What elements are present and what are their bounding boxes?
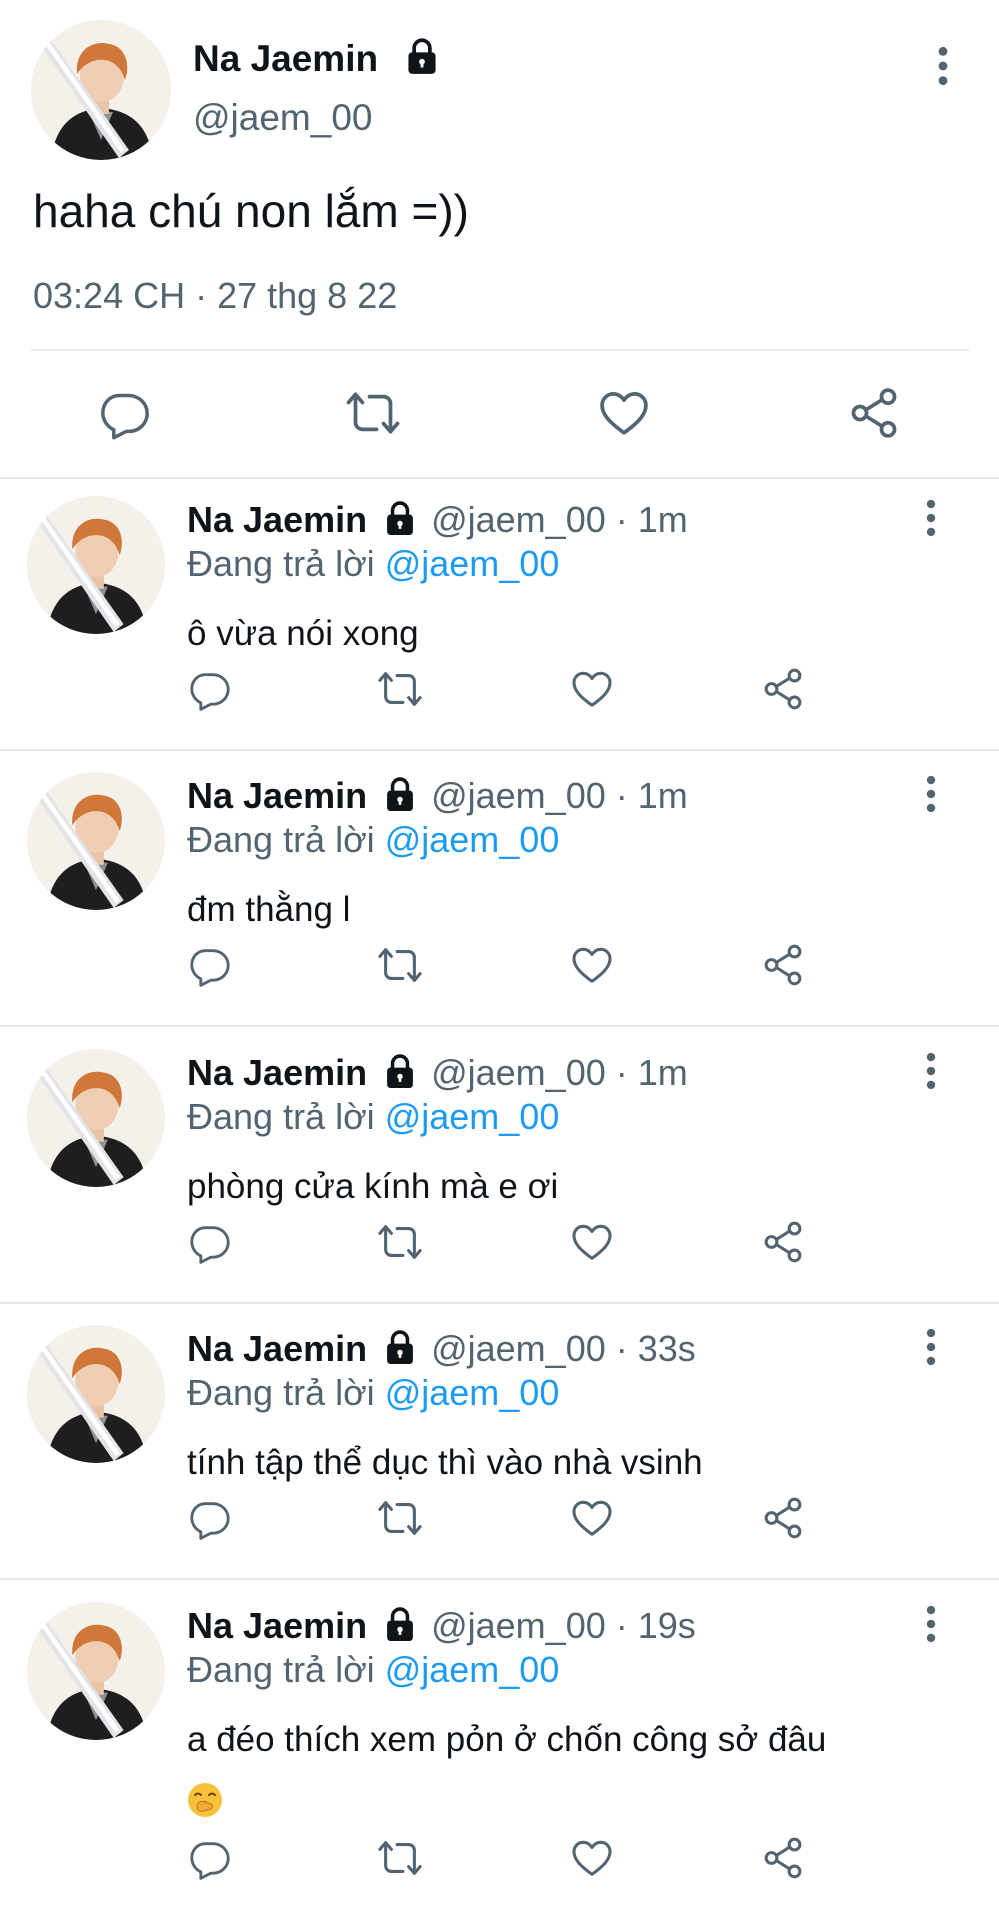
like-icon[interactable] — [569, 666, 615, 712]
reply-display-name[interactable]: Na Jaemin — [187, 1052, 367, 1094]
replying-to: Đang trả lời @jaem_00 — [187, 1649, 559, 1691]
divider — [0, 1578, 999, 1580]
reply-tweet[interactable]: Na Jaemin @jaem_00 · 19s Đang trả lời @j… — [0, 1585, 999, 1920]
reply-header: Na Jaemin @jaem_00 · 19s — [187, 1605, 696, 1647]
reply-tweet[interactable]: Na Jaemin @jaem_00 · 1m Đang trả lời @ja… — [0, 479, 999, 755]
share-icon[interactable] — [846, 385, 902, 441]
reply-header: Na Jaemin @jaem_00 · 1m — [187, 1052, 688, 1094]
replying-label: Đang trả lời — [187, 819, 375, 860]
divider — [0, 1025, 999, 1027]
reply-text: ô vừa nói xong — [187, 614, 419, 653]
retweet-icon[interactable] — [377, 1219, 423, 1265]
share-icon[interactable] — [760, 942, 806, 988]
mention-link[interactable]: @jaem_00 — [385, 819, 560, 860]
replying-to: Đang trả lời @jaem_00 — [187, 1372, 559, 1414]
reply-tweet[interactable]: Na Jaemin @jaem_00 · 1m Đang trả lời @ja… — [0, 755, 999, 1031]
lock-icon — [383, 1605, 417, 1643]
reply-icon[interactable] — [187, 1219, 233, 1265]
retweet-icon[interactable] — [377, 666, 423, 712]
reply-display-name[interactable]: Na Jaemin — [187, 775, 367, 817]
divider — [0, 749, 999, 751]
reply-icon[interactable] — [187, 942, 233, 988]
more-vertical-icon[interactable] — [930, 46, 956, 86]
like-icon[interactable] — [596, 385, 652, 441]
more-vertical-icon[interactable] — [919, 1328, 943, 1366]
reply-header: Na Jaemin @jaem_00 · 33s — [187, 1328, 696, 1370]
like-icon[interactable] — [569, 1835, 615, 1881]
main-tweet-avatar[interactable] — [31, 20, 171, 160]
reply-icon[interactable] — [187, 1495, 233, 1541]
lock-icon — [383, 499, 417, 537]
mention-link[interactable]: @jaem_00 — [385, 1096, 560, 1137]
reply-display-name[interactable]: Na Jaemin — [187, 1605, 367, 1647]
mention-link[interactable]: @jaem_00 — [385, 1649, 560, 1690]
retweet-icon[interactable] — [377, 1495, 423, 1541]
yawning-face-emoji — [187, 1782, 223, 1818]
reply-icon[interactable] — [187, 1835, 233, 1881]
main-tweet-timestamp[interactable]: 03:24 CH · 27 thg 8 22 — [33, 275, 397, 317]
mention-link[interactable]: @jaem_00 — [385, 543, 560, 584]
reply-icon[interactable] — [187, 666, 233, 712]
divider — [31, 349, 969, 351]
reply-display-name[interactable]: Na Jaemin — [187, 1328, 367, 1370]
reply-handle-time[interactable]: @jaem_00 · 1m — [431, 1052, 688, 1094]
more-vertical-icon[interactable] — [919, 1605, 943, 1643]
share-icon[interactable] — [760, 666, 806, 712]
share-icon[interactable] — [760, 1219, 806, 1265]
reply-text: a đéo thích xem pỏn ở chốn công sở đâu — [187, 1711, 826, 1827]
avatar[interactable] — [27, 772, 165, 910]
replying-label: Đang trả lời — [187, 543, 375, 584]
reply-text-body: a đéo thích xem pỏn ở chốn công sở đâu — [187, 1720, 827, 1759]
reply-handle-time[interactable]: @jaem_00 · 33s — [431, 1328, 696, 1370]
reply-handle-time[interactable]: @jaem_00 · 19s — [431, 1605, 696, 1647]
avatar[interactable] — [27, 496, 165, 634]
more-vertical-icon[interactable] — [919, 775, 943, 813]
lock-icon — [383, 1328, 417, 1366]
reply-header: Na Jaemin @jaem_00 · 1m — [187, 499, 688, 541]
reply-text: tính tập thể dục thì vào nhà vsinh — [187, 1443, 703, 1482]
reply-icon[interactable] — [97, 385, 153, 441]
mention-link[interactable]: @jaem_00 — [385, 1372, 560, 1413]
replying-label: Đang trả lời — [187, 1649, 375, 1690]
reply-handle-time[interactable]: @jaem_00 · 1m — [431, 775, 688, 817]
reply-display-name[interactable]: Na Jaemin — [187, 499, 367, 541]
more-vertical-icon[interactable] — [919, 499, 943, 537]
lock-icon — [404, 36, 440, 76]
like-icon[interactable] — [569, 1495, 615, 1541]
main-tweet-text: haha chú non lắm =)) — [33, 185, 469, 237]
main-tweet-display-name[interactable]: Na Jaemin — [193, 38, 378, 80]
share-icon[interactable] — [760, 1495, 806, 1541]
avatar[interactable] — [27, 1325, 165, 1463]
like-icon[interactable] — [569, 1219, 615, 1265]
retweet-icon[interactable] — [377, 942, 423, 988]
replying-label: Đang trả lời — [187, 1372, 375, 1413]
like-icon[interactable] — [569, 942, 615, 988]
divider — [0, 1302, 999, 1304]
lock-icon — [383, 1052, 417, 1090]
retweet-icon[interactable] — [377, 1835, 423, 1881]
avatar[interactable] — [27, 1602, 165, 1740]
reply-tweet[interactable]: Na Jaemin @jaem_00 · 33s Đang trả lời @j… — [0, 1308, 999, 1584]
reply-text: đm thằng l — [187, 890, 351, 929]
replying-label: Đang trả lời — [187, 1096, 375, 1137]
avatar[interactable] — [27, 1049, 165, 1187]
replying-to: Đang trả lời @jaem_00 — [187, 1096, 559, 1138]
main-tweet-handle[interactable]: @jaem_00 — [193, 97, 373, 139]
reply-text: phòng cửa kính mà e ơi — [187, 1167, 559, 1206]
reply-tweet[interactable]: Na Jaemin @jaem_00 · 1m Đang trả lời @ja… — [0, 1032, 999, 1308]
replying-to: Đang trả lời @jaem_00 — [187, 819, 559, 861]
replying-to: Đang trả lời @jaem_00 — [187, 543, 559, 585]
share-icon[interactable] — [760, 1835, 806, 1881]
lock-icon — [383, 775, 417, 813]
more-vertical-icon[interactable] — [919, 1052, 943, 1090]
reply-handle-time[interactable]: @jaem_00 · 1m — [431, 499, 688, 541]
reply-header: Na Jaemin @jaem_00 · 1m — [187, 775, 688, 817]
retweet-icon[interactable] — [345, 385, 401, 441]
